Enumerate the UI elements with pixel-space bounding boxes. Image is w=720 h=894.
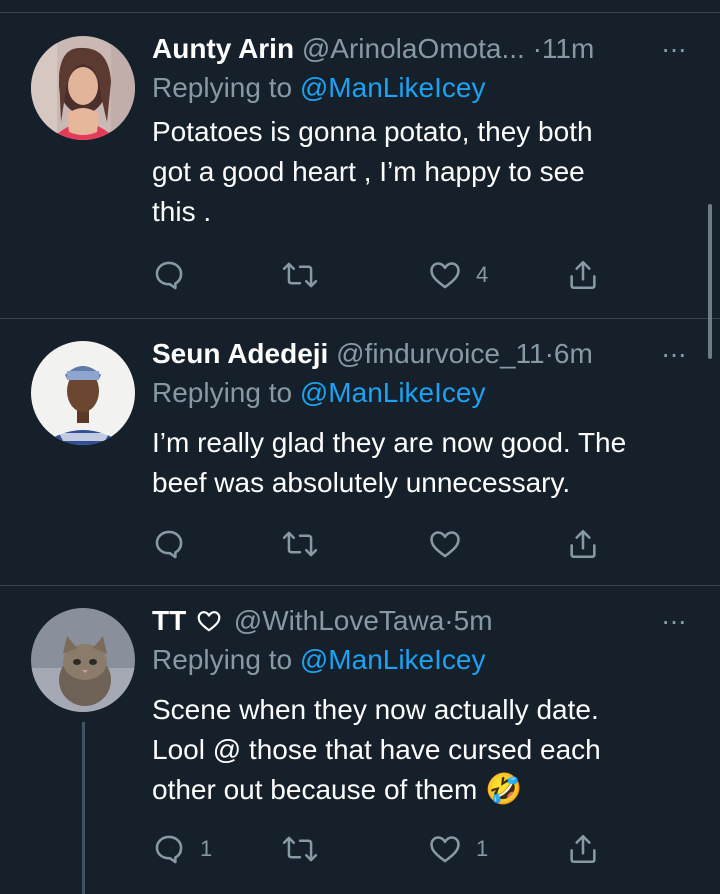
display-name[interactable]: Seun Adedeji (152, 338, 328, 369)
tweet-text-body: Scene when they now actually date. Lool … (152, 694, 601, 805)
tweet-3[interactable]: TT @WithLoveTawa·5m ··· Replying to @Man… (0, 586, 720, 894)
avatar-aunty-arin[interactable] (31, 36, 135, 140)
replying-to: Replying to @ManLikeIcey (152, 373, 690, 413)
more-dots-icon[interactable]: ··· (661, 602, 687, 640)
tweet-text: I’m really glad they are now good. The b… (152, 427, 627, 498)
like-count: 1 (476, 836, 489, 861)
share-button[interactable] (566, 524, 600, 564)
replying-to: Replying to @ManLikeIcey (152, 640, 690, 680)
share-button[interactable] (566, 829, 600, 869)
heart-outline-icon (430, 836, 460, 863)
replying-label: Replying to (152, 72, 300, 103)
more-dots-icon[interactable]: ··· (661, 335, 687, 373)
share-button[interactable] (566, 255, 600, 295)
like-button[interactable] (428, 524, 476, 564)
reply-button[interactable] (152, 524, 200, 564)
reply-button[interactable]: 1 (152, 829, 212, 869)
timestamp[interactable]: ·6m (545, 338, 593, 369)
display-name[interactable]: Aunty Arin (152, 33, 294, 64)
replying-label: Replying to (152, 644, 300, 675)
reply-bubble-icon (155, 261, 183, 290)
like-button[interactable]: 1 (428, 829, 488, 869)
more-dots-icon[interactable]: ··· (661, 30, 687, 68)
heart-outline-icon (430, 531, 460, 558)
share-upload-icon (570, 529, 596, 559)
heart-outline-icon (430, 262, 460, 289)
user-handle[interactable]: @WithLoveTawa (234, 605, 445, 636)
tweet-actions: 1 1 (152, 829, 622, 869)
retweet-icon (282, 262, 318, 288)
thread-connector-line (82, 722, 85, 894)
reply-mention-link[interactable]: @ManLikeIcey (300, 377, 486, 408)
tweet-text: Scene when they now actually date. Lool … (152, 690, 690, 810)
reply-count: 1 (200, 836, 213, 861)
avatar-seun-adedeji[interactable] (31, 341, 135, 445)
heart-outline-icon (197, 611, 221, 632)
replying-to: Replying to @ManLikeIcey (152, 68, 690, 108)
like-count: 4 (476, 262, 489, 287)
timestamp[interactable]: ·11m (533, 33, 595, 64)
tweet-actions (152, 524, 622, 564)
reply-mention-link[interactable]: @ManLikeIcey (300, 72, 486, 103)
user-handle[interactable]: @findurvoice_11 (336, 338, 544, 369)
avatar-tt[interactable] (31, 608, 135, 712)
retweet-button[interactable] (282, 829, 332, 869)
timestamp[interactable]: ·5m (444, 605, 492, 636)
tweet-2[interactable]: Seun Adedeji @findurvoice_11·6m ··· Repl… (0, 319, 720, 585)
share-upload-icon (570, 834, 596, 864)
tweet-actions: 4 (152, 255, 622, 295)
rofl-emoji: 🤣 (485, 773, 523, 806)
reply-mention-link[interactable]: @ManLikeIcey (300, 644, 486, 675)
display-name[interactable]: TT (152, 605, 186, 636)
retweet-button[interactable] (282, 255, 332, 295)
tweet-1[interactable]: Aunty Arin @ArinolaOmota... ·11m ··· Rep… (0, 0, 720, 318)
retweet-button[interactable] (282, 524, 332, 564)
reply-button[interactable] (152, 255, 200, 295)
reply-bubble-icon (155, 835, 183, 864)
replying-label: Replying to (152, 377, 300, 408)
reply-bubble-icon (155, 530, 183, 559)
user-handle[interactable]: @ArinolaOmota... (302, 33, 525, 64)
share-upload-icon (570, 260, 596, 290)
scrollbar-thumb[interactable] (708, 204, 712, 359)
retweet-icon (282, 531, 318, 557)
retweet-icon (282, 836, 318, 862)
like-button[interactable]: 4 (428, 255, 488, 295)
tweet-text: Potatoes is gonna potato, they both got … (152, 116, 593, 227)
